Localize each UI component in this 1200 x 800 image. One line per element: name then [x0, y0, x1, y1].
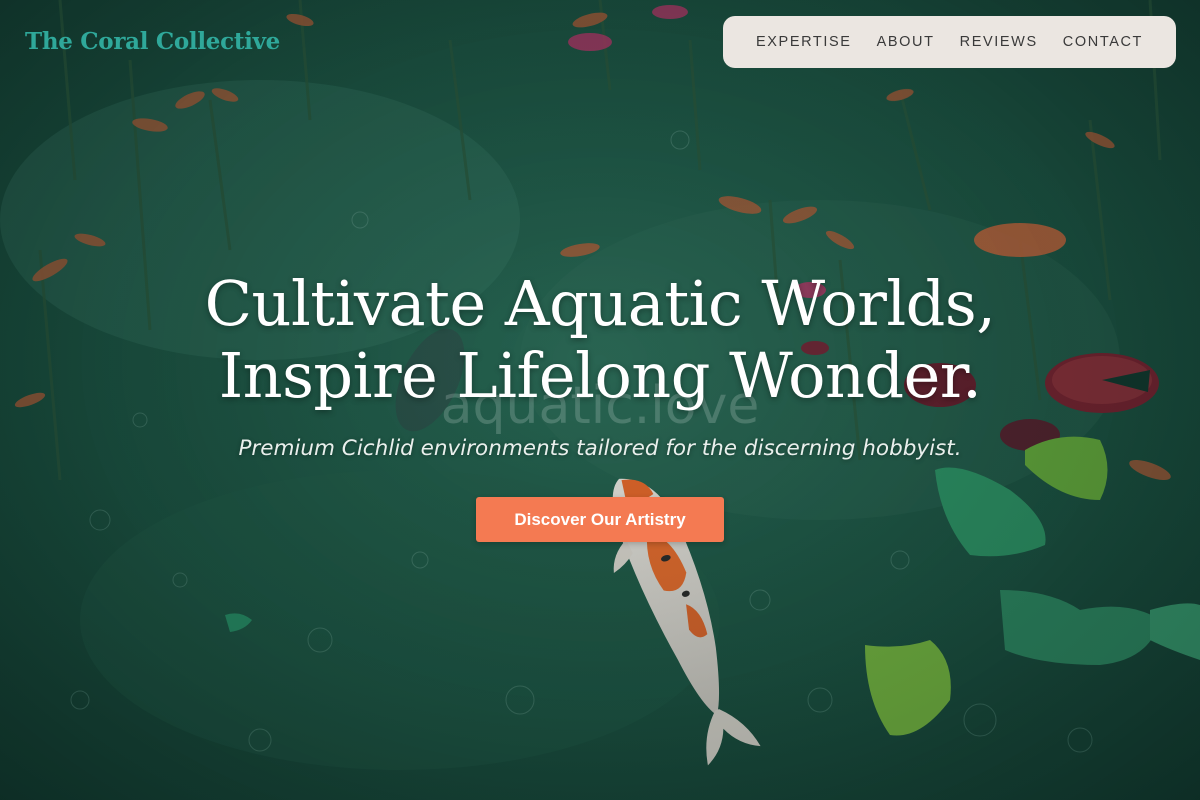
hero-title-line-2: Inspire Lifelong Wonder. [218, 339, 982, 412]
nav-item-expertise[interactable]: EXPERTISE [756, 34, 852, 50]
discover-artistry-button[interactable]: Discover Our Artistry [476, 497, 724, 542]
main-navigation: EXPERTISE ABOUT REVIEWS CONTACT [723, 16, 1176, 68]
brand-logo[interactable]: The Coral Collective [25, 28, 280, 55]
hero-subtitle: Premium Cichlid environments tailored fo… [238, 436, 962, 461]
nav-item-contact[interactable]: CONTACT [1063, 34, 1143, 50]
hero-title-line-1: Cultivate Aquatic Worlds, [204, 267, 996, 340]
nav-item-about[interactable]: ABOUT [877, 34, 935, 50]
nav-item-reviews[interactable]: REVIEWS [960, 34, 1038, 50]
hero-title: Cultivate Aquatic Worlds, Inspire Lifelo… [0, 268, 1200, 412]
